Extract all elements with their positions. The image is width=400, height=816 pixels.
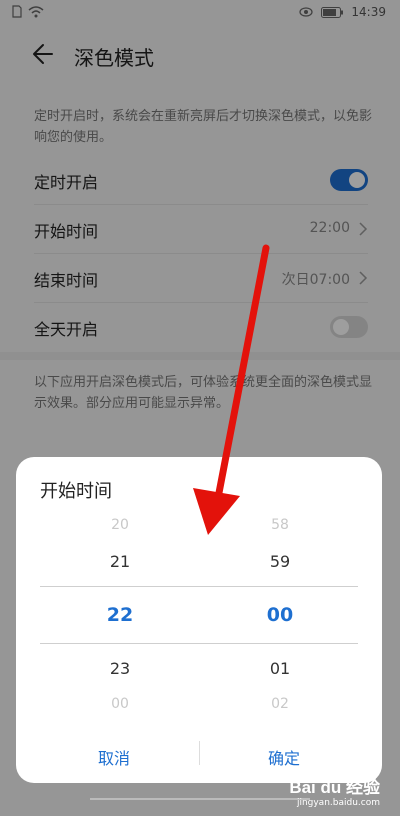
baidu-watermark: Bai du 经验 jingyan.baidu.com <box>289 773 380 808</box>
watermark-url: jingyan.baidu.com <box>296 798 380 808</box>
red-annotation-arrow-icon <box>193 244 270 535</box>
watermark-logo: Bai du 经验 <box>289 778 380 797</box>
